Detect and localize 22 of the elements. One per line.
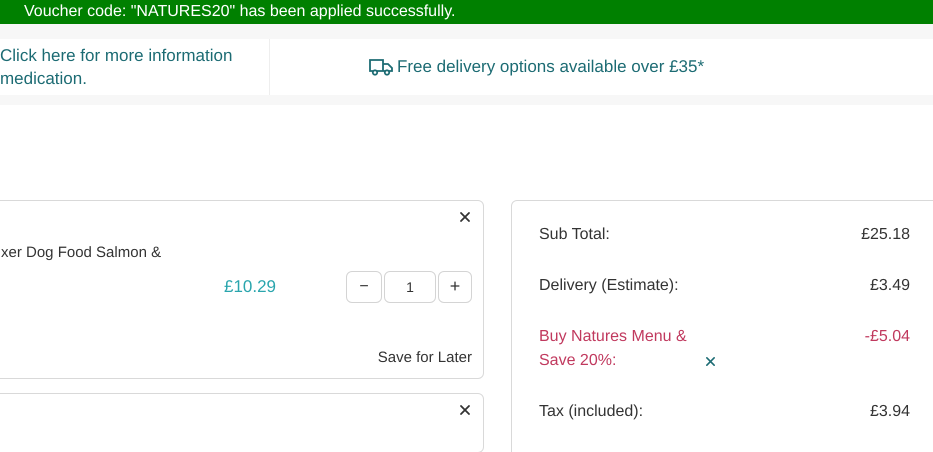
medication-info-text[interactable]: Click here for more information bbox=[0, 44, 269, 67]
summary-label: Sub Total: bbox=[539, 225, 610, 245]
save-for-later-link[interactable]: Save for Later bbox=[378, 346, 472, 369]
product-price: £10.29 bbox=[224, 276, 276, 298]
summary-label: Buy Natures Menu & Save 20%: bbox=[539, 327, 688, 371]
summary-label: Delivery (Estimate): bbox=[539, 276, 679, 296]
truck-icon bbox=[368, 58, 393, 76]
summary-value: £3.94 bbox=[870, 402, 910, 422]
close-icon[interactable] bbox=[459, 211, 471, 223]
success-message: Voucher code: "NATURES20" has been applied successfully. bbox=[24, 2, 456, 22]
increase-button[interactable]: + bbox=[438, 270, 472, 302]
close-icon[interactable] bbox=[459, 404, 471, 416]
remove-voucher-icon[interactable] bbox=[705, 356, 716, 367]
summary-value: -£5.04 bbox=[864, 327, 910, 347]
free-delivery-text: Free delivery options available over £35* bbox=[396, 56, 704, 78]
decrease-button[interactable]: − bbox=[346, 270, 382, 302]
summary-value: £25.18 bbox=[861, 225, 910, 245]
product-name: xer Dog Food Salmon & bbox=[0, 243, 162, 263]
medication-info-text[interactable]: medication. bbox=[0, 67, 269, 90]
summary-label: Tax (included): bbox=[539, 402, 644, 422]
summary-value: £3.49 bbox=[870, 276, 910, 296]
quantity-field[interactable]: 1 bbox=[384, 270, 436, 302]
